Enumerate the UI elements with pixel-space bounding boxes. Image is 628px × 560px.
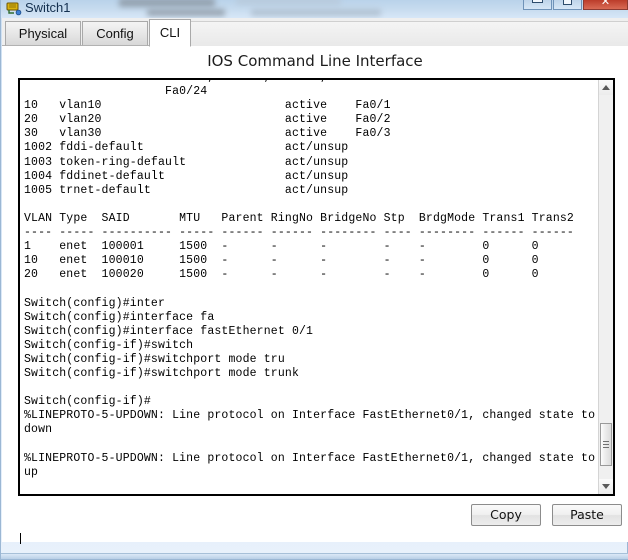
paste-button[interactable]: Paste xyxy=(552,504,622,526)
window-title: Switch1 xyxy=(25,0,71,15)
window-bottom-edge xyxy=(1,553,628,559)
redacted-region xyxy=(236,0,341,5)
grip-icon xyxy=(603,441,609,448)
redacted-region xyxy=(119,0,215,7)
tab-cli[interactable]: CLI xyxy=(149,19,191,47)
tab-physical[interactable]: Physical xyxy=(5,21,81,46)
terminal-caret xyxy=(20,533,21,544)
terminal-text: Fa0/20, Fa0/21, Fa0/22, Fa0/23 Fa0/24 10… xyxy=(24,80,596,479)
copy-button[interactable]: Copy xyxy=(471,504,541,526)
redacted-region xyxy=(251,9,381,16)
close-icon: ✕ xyxy=(600,0,611,8)
scroll-up-button[interactable] xyxy=(599,80,613,95)
chevron-down-icon xyxy=(602,484,610,489)
cli-window: Switch1 ✕ Physical Config CLI IOS Comman… xyxy=(0,0,628,560)
window-titlebar[interactable]: Switch1 ✕ xyxy=(1,0,628,18)
chevron-up-icon xyxy=(602,85,610,90)
minimize-icon xyxy=(524,0,551,6)
close-button[interactable]: ✕ xyxy=(583,0,628,10)
page-title: IOS Command Line Interface xyxy=(207,52,423,70)
redacted-region xyxy=(147,9,225,16)
maximize-button[interactable] xyxy=(553,0,582,10)
terminal-frame: Fa0/20, Fa0/21, Fa0/22, Fa0/23 Fa0/24 10… xyxy=(18,78,615,496)
minimize-button[interactable] xyxy=(523,0,552,10)
switch-device-icon xyxy=(6,1,22,16)
scrollbar-thumb[interactable] xyxy=(600,423,612,466)
scroll-down-button[interactable] xyxy=(599,479,613,494)
tab-config[interactable]: Config xyxy=(82,21,148,46)
terminal-scrollbar[interactable] xyxy=(598,80,613,494)
tab-strip: Physical Config CLI xyxy=(2,18,628,47)
tab-strip-filler xyxy=(190,21,628,46)
terminal-output[interactable]: Fa0/20, Fa0/21, Fa0/22, Fa0/23 Fa0/24 10… xyxy=(20,80,598,494)
maximize-icon xyxy=(554,0,581,6)
cli-panel: IOS Command Line Interface Fa0/20, Fa0/2… xyxy=(2,46,628,544)
window-controls: ✕ xyxy=(522,0,628,10)
